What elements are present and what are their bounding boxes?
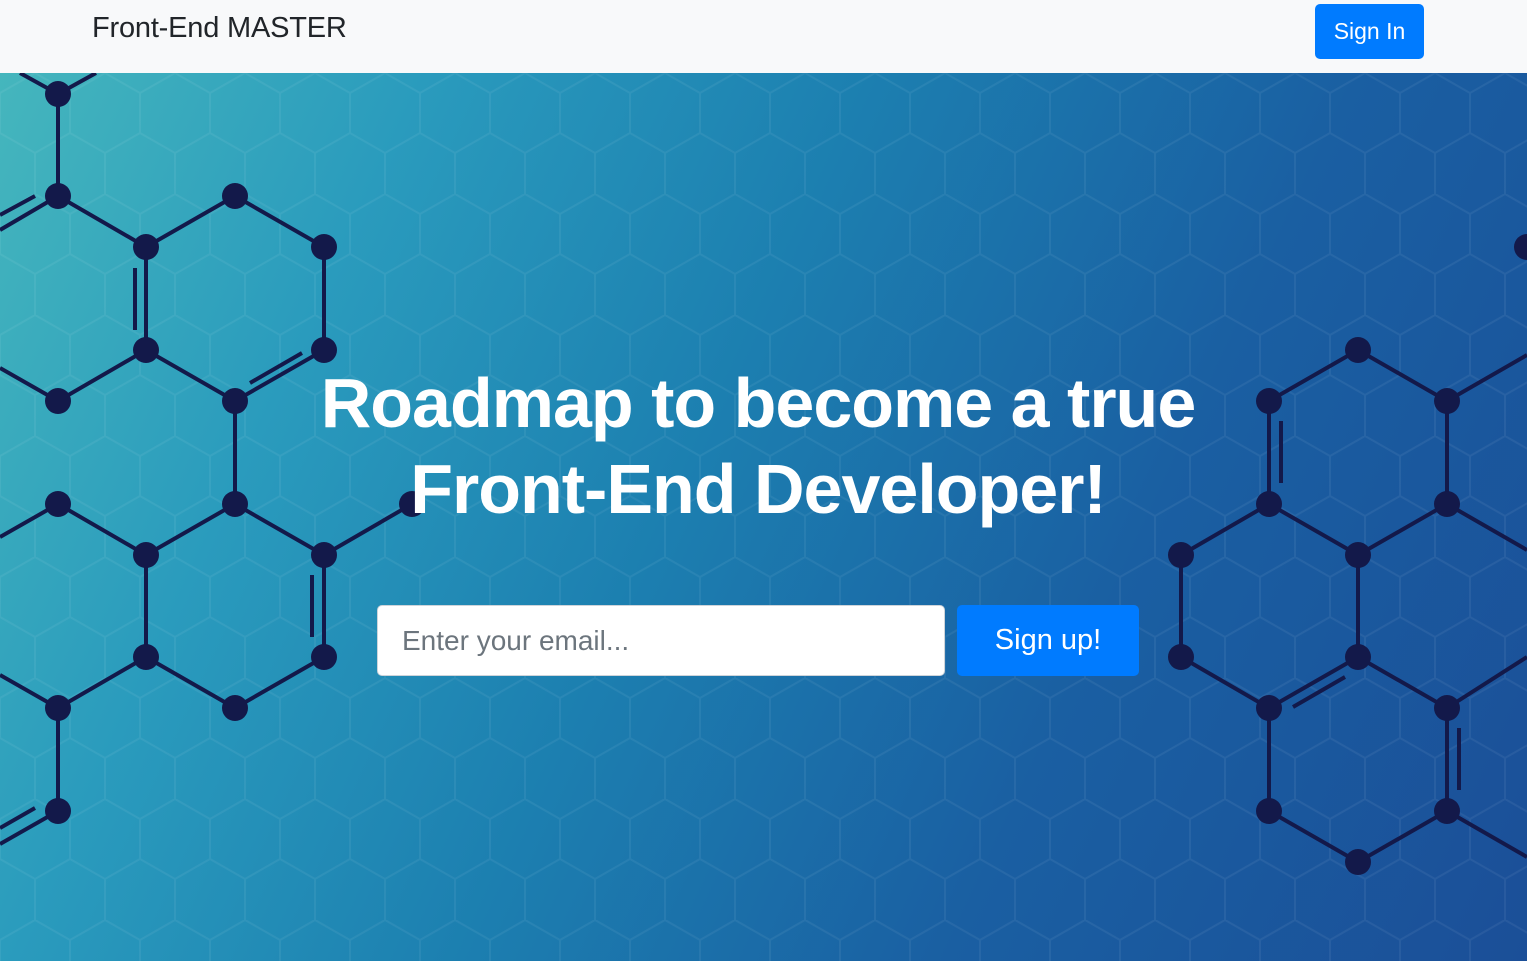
navbar: Front-End MASTER Sign In	[0, 0, 1527, 73]
hero-headline: Roadmap to become a true Front-End Devel…	[200, 360, 1316, 532]
brand-logo-text[interactable]: Front-End MASTER	[92, 12, 347, 45]
email-input[interactable]	[377, 605, 945, 676]
hero-headline-line-2: Front-End Developer!	[410, 450, 1107, 528]
hero-section: Roadmap to become a true Front-End Devel…	[0, 73, 1527, 961]
hero-headline-line-1: Roadmap to become a true	[320, 364, 1197, 442]
sign-in-button[interactable]: Sign In	[1315, 4, 1424, 59]
sign-up-button[interactable]: Sign up!	[957, 605, 1139, 676]
